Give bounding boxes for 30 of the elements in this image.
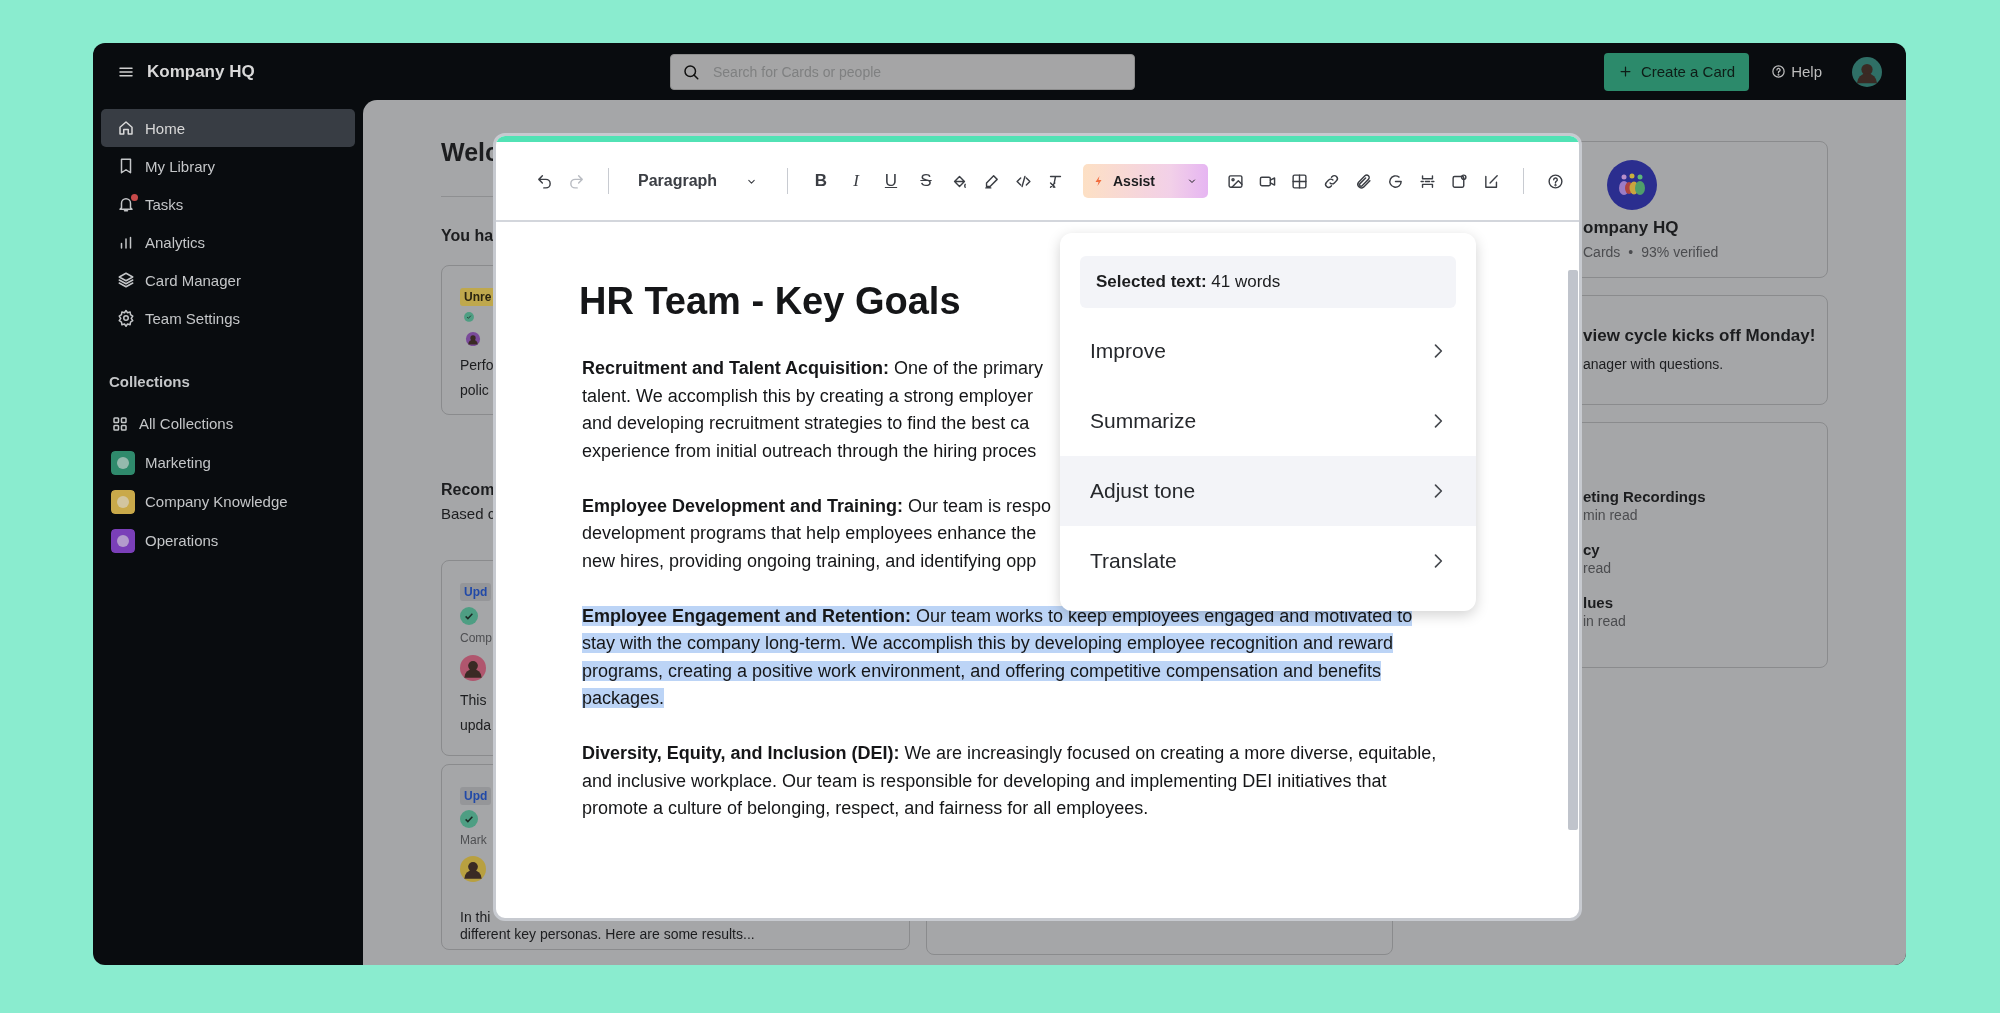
- card-text: This: [460, 691, 487, 710]
- paragraph: Employee Engagement and Retention: Our team works to keep employees engaged and motivated to stay with the company long-term. We accomplish this by developing employee recognition and reward programs, creating a positive work environment, and offering competitive compensation and benefits packages.: [582, 604, 1414, 710]
- card-text: upda: [460, 716, 492, 735]
- stat-text: 93% verified: [1641, 244, 1719, 260]
- read-time: in read: [1583, 613, 1627, 629]
- section-heading: You ha: [441, 227, 494, 245]
- collection-title: ompany HQ: [1583, 218, 1680, 238]
- status-badge: Unre: [460, 288, 496, 306]
- selection-summary: Selected text: 41 words: [1080, 256, 1456, 308]
- card-text: Perfo: [460, 356, 494, 375]
- announcement-text: anager with questions.: [1583, 356, 1725, 372]
- card-text: different key personas. Here are some results...: [460, 926, 755, 943]
- separator-dot: •: [1628, 244, 1634, 260]
- paragraph: Employee Development and Training: Our team is respo development programs that help employees enhance the new hires, providing ongoing training, and identifying opp: [582, 494, 1052, 573]
- card-text: In thi: [460, 909, 491, 926]
- card-text: polic: [460, 381, 489, 400]
- paragraph: Recruitment and Talent Acquisition: One of the primary talent. We accomplish this by creating a strong employer and developing recruitment strategies to find the best ca experience from initial outreach through the hiring proces: [582, 357, 1044, 463]
- section-heading: Collections: [108, 372, 191, 392]
- status-badge: Upd: [460, 583, 492, 601]
- announcement-title: view cycle kicks off Monday!: [1583, 326, 1817, 346]
- stat-text: Cards: [1583, 244, 1621, 260]
- section-heading: Recom: [441, 481, 495, 499]
- read-time: read: [1583, 560, 1613, 576]
- document-title: HR Team - Key Goals: [579, 280, 961, 323]
- status-badge: Upd: [460, 787, 492, 805]
- app-title: Kompany HQ: [147, 61, 255, 82]
- card-meta: Comp: [460, 631, 492, 645]
- card-meta: Mark: [460, 833, 487, 847]
- paragraph: Diversity, Equity, and Inclusion (DEI): We are increasingly focused on creating a more diverse, equitable, and inclusive workplace. Our team is responsible for developing and implementing DEI initiatives that promote a culture of belonging, respect, and fairness for all employees.: [582, 742, 1437, 820]
- read-time: min read: [1583, 507, 1639, 523]
